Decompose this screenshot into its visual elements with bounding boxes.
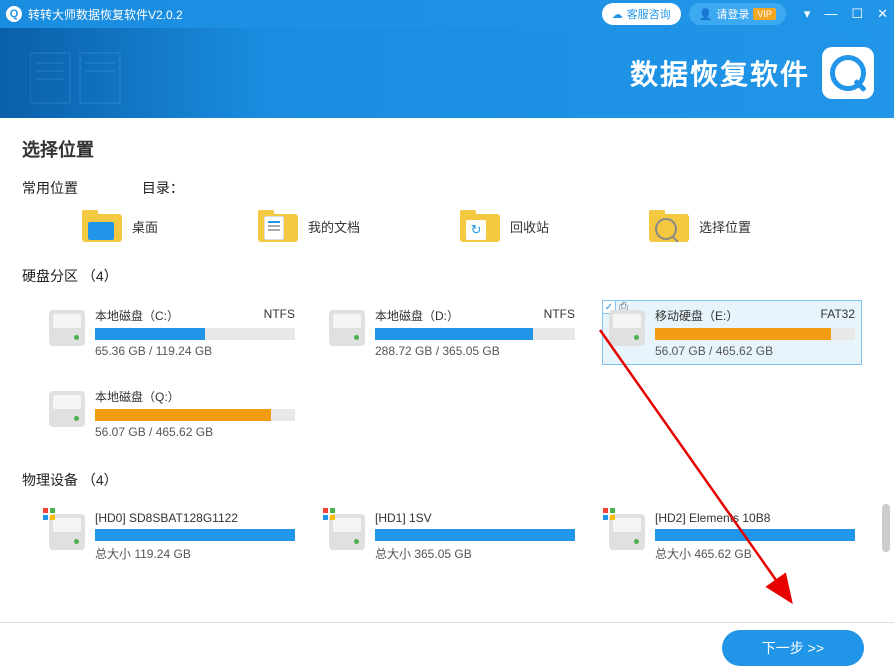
disk-usage-bar bbox=[375, 328, 575, 340]
disk-item-q[interactable]: 本地磁盘（Q:） 56.07 GB / 465.62 GB bbox=[42, 381, 302, 446]
common-desktop[interactable]: 桌面 bbox=[82, 210, 158, 242]
minimize-button[interactable]: — bbox=[824, 6, 837, 22]
scrollbar[interactable] bbox=[882, 504, 890, 552]
physical-size: 总大小 365.05 GB bbox=[375, 545, 575, 562]
disk-icon bbox=[609, 310, 645, 346]
desktop-icon bbox=[88, 222, 114, 240]
disk-usage-bar bbox=[655, 328, 855, 340]
disk-icon bbox=[329, 514, 365, 550]
service-label: 客服咨询 bbox=[627, 6, 671, 22]
disk-name: 本地磁盘（Q:） bbox=[95, 388, 180, 405]
disk-partition-grid: 本地磁盘（C:） NTFS 65.36 GB / 119.24 GB 本地磁盘（D… bbox=[42, 300, 872, 446]
menu-icon[interactable]: ▾ bbox=[804, 6, 811, 22]
disk-name: 移动硬盘（E:） bbox=[655, 307, 738, 324]
recycle-icon: ↻ bbox=[466, 220, 486, 240]
app-logo-icon: Q bbox=[6, 6, 22, 22]
windows-icon bbox=[43, 508, 55, 520]
physical-name: [HD0] SD8SBAT128G1122 bbox=[95, 511, 238, 525]
close-button[interactable]: ✕ bbox=[877, 6, 888, 22]
physical-device-grid: [HD0] SD8SBAT128G1122 总大小 119.24 GB [HD1… bbox=[42, 504, 872, 569]
folder-icon bbox=[82, 210, 122, 242]
physical-item-hd2[interactable]: [HD2] Elements 10B8 总大小 465.62 GB bbox=[602, 504, 862, 569]
folder-icon bbox=[258, 210, 298, 242]
common-documents[interactable]: 我的文档 bbox=[258, 210, 360, 242]
common-locations-header: 常用位置 目录： bbox=[22, 178, 872, 198]
disk-usage-bar bbox=[95, 409, 295, 421]
disk-partitions-header: 硬盘分区 （4） bbox=[22, 266, 872, 286]
vip-badge: VIP bbox=[753, 8, 776, 20]
windows-icon bbox=[323, 508, 335, 520]
disk-icon bbox=[49, 514, 85, 550]
physical-item-hd1[interactable]: [HD1] 1SV 总大小 365.05 GB bbox=[322, 504, 582, 569]
desktop-label: 桌面 bbox=[132, 217, 158, 236]
magnifier-icon bbox=[655, 218, 677, 240]
disk-item-c[interactable]: 本地磁盘（C:） NTFS 65.36 GB / 119.24 GB bbox=[42, 300, 302, 365]
user-icon: 👤 bbox=[699, 8, 713, 21]
windows-icon bbox=[603, 508, 615, 520]
app-title: 转转大师数据恢复软件V2.0.2 bbox=[28, 6, 602, 23]
banner-logo-icon bbox=[822, 47, 874, 99]
disk-name: 本地磁盘（D:） bbox=[375, 307, 459, 324]
customer-service-button[interactable]: ☁ 客服咨询 bbox=[602, 3, 681, 25]
chat-icon: ☁ bbox=[612, 8, 623, 21]
common-choose-location[interactable]: 选择位置 bbox=[649, 210, 751, 242]
banner-title: 数据恢复软件 bbox=[630, 53, 810, 93]
disk-usage-bar bbox=[655, 529, 855, 541]
disk-icon bbox=[609, 514, 645, 550]
login-label: 请登录 bbox=[716, 6, 749, 22]
main-content: 选择位置 常用位置 目录： 桌面 我的文档 ↻ 回收站 bbox=[0, 118, 894, 622]
page-title: 选择位置 bbox=[22, 136, 872, 162]
disk-item-d[interactable]: 本地磁盘（D:） NTFS 288.72 GB / 365.05 GB bbox=[322, 300, 582, 365]
disk-name: 本地磁盘（C:） bbox=[95, 307, 179, 324]
choose-label: 选择位置 bbox=[699, 217, 751, 236]
next-button[interactable]: 下一步 >> bbox=[722, 630, 864, 666]
physical-devices-header: 物理设备 （4） bbox=[22, 470, 872, 490]
disk-usage-bar bbox=[95, 529, 295, 541]
documents-label: 我的文档 bbox=[308, 217, 360, 236]
physical-item-hd0[interactable]: [HD0] SD8SBAT128G1122 总大小 119.24 GB bbox=[42, 504, 302, 569]
disk-icon bbox=[49, 391, 85, 427]
document-icon bbox=[264, 216, 284, 240]
folder-icon bbox=[649, 210, 689, 242]
banner-decoration bbox=[30, 43, 230, 113]
maximize-button[interactable]: ☐ bbox=[851, 6, 863, 22]
disk-icon bbox=[329, 310, 365, 346]
disk-fs: FAT32 bbox=[821, 307, 855, 324]
disk-item-e[interactable]: ✓ ⎙ 移动硬盘（E:）FAT32 56.07 GB / 465.62 GB bbox=[602, 300, 862, 365]
footer: 下一步 >> bbox=[0, 622, 894, 672]
disk-size: 65.36 GB / 119.24 GB bbox=[95, 344, 295, 358]
directory-label: 目录： bbox=[142, 180, 184, 196]
physical-size: 总大小 465.62 GB bbox=[655, 545, 855, 562]
physical-size: 总大小 119.24 GB bbox=[95, 545, 295, 562]
disk-fs: NTFS bbox=[544, 307, 575, 324]
recycle-label: 回收站 bbox=[510, 217, 549, 236]
disk-size: 56.07 GB / 465.62 GB bbox=[95, 425, 295, 439]
banner: 数据恢复软件 bbox=[0, 28, 894, 118]
common-locations-label: 常用位置 bbox=[22, 180, 78, 196]
disk-size: 288.72 GB / 365.05 GB bbox=[375, 344, 575, 358]
disk-icon bbox=[49, 310, 85, 346]
titlebar: Q 转转大师数据恢复软件V2.0.2 ☁ 客服咨询 👤 请登录 VIP ▾ — … bbox=[0, 0, 894, 28]
login-button[interactable]: 👤 请登录 VIP bbox=[689, 3, 786, 25]
disk-fs: NTFS bbox=[264, 307, 295, 324]
folder-icon: ↻ bbox=[460, 210, 500, 242]
physical-name: [HD1] 1SV bbox=[375, 511, 432, 525]
physical-name: [HD2] Elements 10B8 bbox=[655, 511, 770, 525]
common-locations-row: 桌面 我的文档 ↻ 回收站 选择位置 bbox=[82, 210, 872, 242]
common-recycle[interactable]: ↻ 回收站 bbox=[460, 210, 549, 242]
disk-usage-bar bbox=[95, 328, 295, 340]
disk-size: 56.07 GB / 465.62 GB bbox=[655, 344, 855, 358]
disk-usage-bar bbox=[375, 529, 575, 541]
